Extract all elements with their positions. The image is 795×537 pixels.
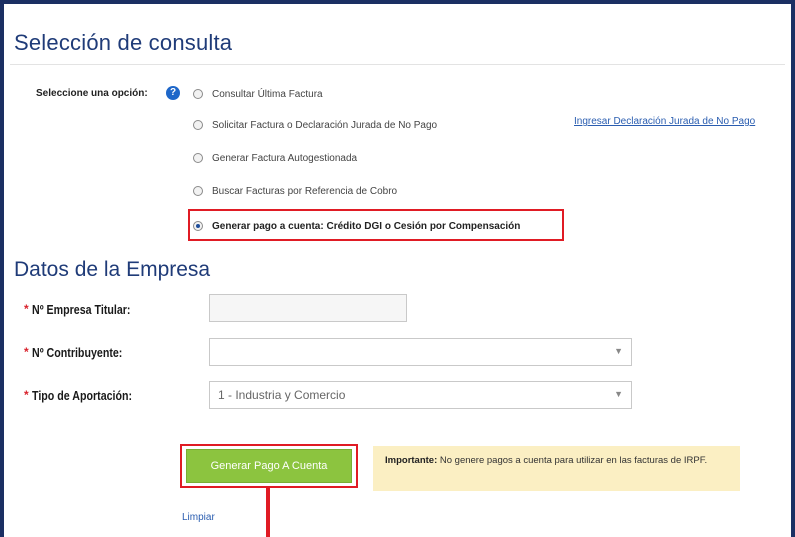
divider (10, 64, 785, 65)
tipo-aportacion-value: 1 - Industria y Comercio (218, 388, 346, 402)
annotation-arrow-line (266, 488, 270, 537)
option-buscar-facturas[interactable]: Buscar Facturas por Referencia de Cobro (193, 183, 397, 199)
important-note: Importante: No genere pagos a cuenta par… (373, 446, 740, 491)
required-marker: * (24, 345, 29, 359)
option-solicitar-factura[interactable]: Solicitar Factura o Declaración Jurada d… (193, 117, 437, 133)
note-text: No genere pagos a cuenta para utilizar e… (437, 455, 708, 466)
label-empresa-titular: Nº Empresa Titular: (32, 302, 131, 317)
link-ingresar-declaracion[interactable]: Ingresar Declaración Jurada de No Pago (574, 116, 755, 127)
required-marker: * (24, 302, 29, 316)
radio-button[interactable] (193, 89, 203, 99)
label-contribuyente: Nº Contribuyente: (32, 345, 123, 360)
generar-pago-button[interactable]: Generar Pago A Cuenta (186, 449, 352, 483)
radio-button[interactable] (193, 153, 203, 163)
note-strong: Importante: (385, 455, 438, 466)
option-label: Consultar Última Factura (212, 88, 323, 100)
required-marker: * (24, 388, 29, 402)
radio-button[interactable] (193, 120, 203, 130)
radio-button-selected[interactable] (193, 221, 203, 231)
option-prompt-label: Seleccione una opción: (36, 88, 148, 99)
chevron-down-icon: ▼ (614, 389, 623, 399)
option-label: Solicitar Factura o Declaración Jurada d… (212, 119, 438, 131)
empresa-titular-input[interactable] (209, 294, 407, 322)
option-label: Generar Factura Autogestionada (212, 152, 358, 164)
option-label: Buscar Facturas por Referencia de Cobro (212, 185, 398, 197)
label-tipo-aportacion: Tipo de Aportación: (32, 388, 133, 403)
option-generar-factura-autogestionada[interactable]: Generar Factura Autogestionada (193, 150, 357, 166)
chevron-down-icon: ▼ (614, 346, 623, 356)
section-title-empresa: Datos de la Empresa (14, 258, 211, 281)
radio-button[interactable] (193, 186, 203, 196)
section-title-consulta: Selección de consulta (14, 30, 233, 55)
contribuyente-select[interactable]: ▼ (209, 338, 632, 366)
option-generar-pago-a-cuenta[interactable]: Generar pago a cuenta: Crédito DGI o Ces… (193, 218, 520, 234)
help-question-icon[interactable]: ? (166, 86, 180, 100)
tipo-aportacion-select[interactable]: 1 - Industria y Comercio ▼ (209, 381, 632, 409)
option-consultar-ultima-factura[interactable]: Consultar Última Factura (193, 86, 323, 102)
limpiar-link[interactable]: Limpiar (182, 512, 215, 523)
option-label: Generar pago a cuenta: Crédito DGI o Ces… (212, 220, 521, 232)
